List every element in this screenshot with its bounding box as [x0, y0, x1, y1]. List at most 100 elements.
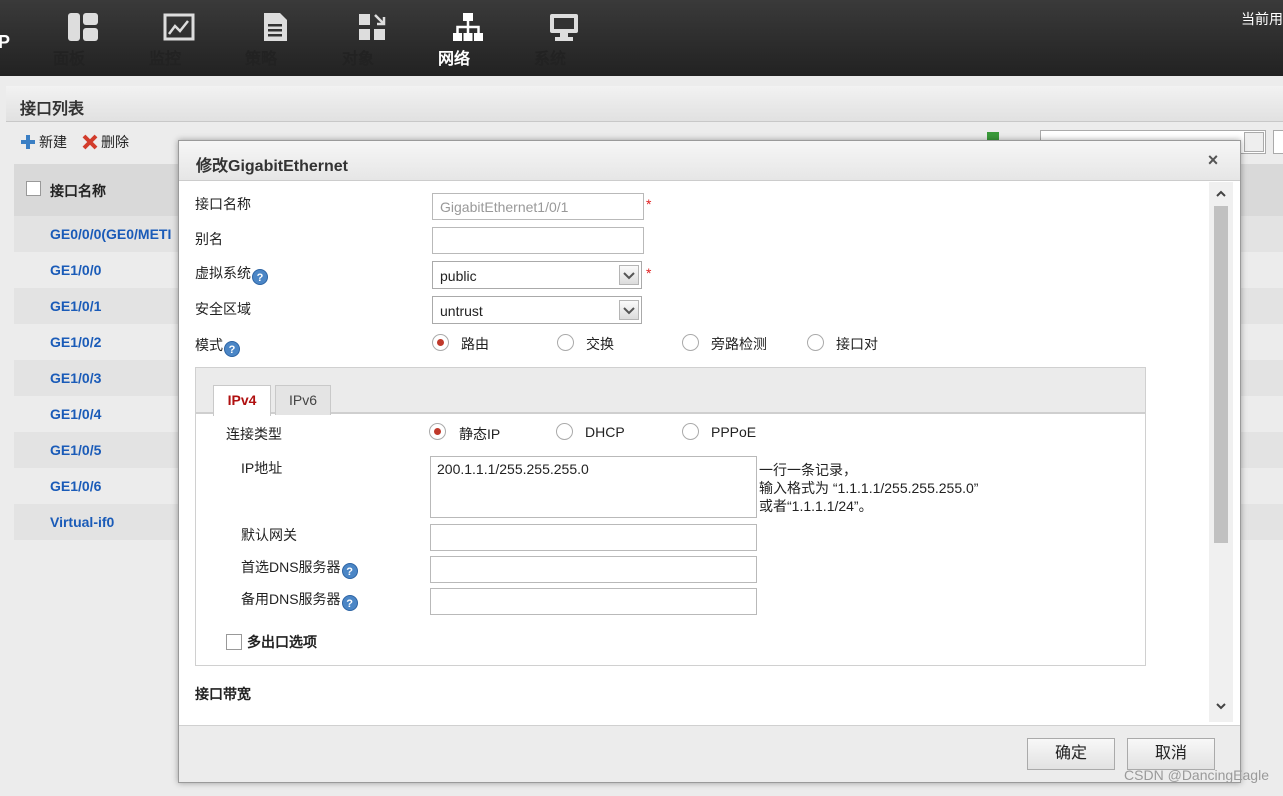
ip-hint-line-1: 一行一条记录， — [759, 462, 857, 478]
dialog-title: 修改GigabitEthernet — [196, 158, 349, 175]
mode-switch-label: 交换 — [586, 336, 614, 352]
conn-pppoe-label: PPPoE — [711, 424, 757, 440]
interface-link[interactable]: GE1/0/3 — [50, 370, 101, 386]
vsys-label: 虚拟系统? — [195, 263, 268, 285]
dialog-header: 修改GigabitEthernet × — [179, 141, 1240, 181]
new-button[interactable]: 新建 — [20, 132, 67, 152]
ip-address-textarea[interactable]: 200.1.1.1/255.255.255.0 — [430, 456, 757, 518]
monitor-chart-icon — [163, 13, 195, 41]
multi-exit-label: 多出口选项 — [247, 634, 317, 650]
system-computer-icon — [550, 14, 578, 41]
help-icon[interactable]: ? — [252, 269, 268, 285]
interface-link[interactable]: GE1/0/5 — [50, 442, 101, 458]
mode-pair-label: 接口对 — [836, 336, 878, 352]
column-interface-name[interactable]: 接口名称 — [50, 181, 106, 201]
mode-radio-bypass[interactable] — [682, 334, 699, 351]
tab-ipv6[interactable]: IPv6 — [275, 385, 331, 415]
scroll-down-icon[interactable] — [1213, 700, 1229, 716]
top-navigation-bar: P 面板 监控 策略 对象 网络 系统 当前用 — [0, 0, 1283, 76]
dns2-label: 备用DNS服务器? — [241, 589, 358, 611]
conn-radio-static[interactable] — [429, 423, 446, 440]
dialog-footer: 确定 取消 — [179, 725, 1240, 782]
alias-label: 别名 — [195, 231, 223, 247]
zone-select[interactable]: untrust — [432, 296, 642, 324]
help-icon[interactable]: ? — [341, 595, 358, 611]
dns2-label-text: 备用DNS服务器 — [241, 591, 341, 607]
nav-policy-label: 策略 — [245, 51, 278, 68]
dns1-label-text: 首选DNS服务器 — [241, 559, 341, 575]
mode-radio-route[interactable] — [432, 334, 449, 351]
scroll-up-icon[interactable] — [1213, 188, 1229, 204]
mode-bypass-label: 旁路检测 — [711, 336, 767, 352]
nav-system[interactable]: 系统 — [534, 12, 594, 68]
conn-radio-pppoe[interactable] — [682, 423, 699, 440]
conn-dhcp-label: DHCP — [585, 424, 625, 440]
chevron-down-icon — [619, 265, 639, 285]
help-icon[interactable]: ? — [224, 341, 240, 357]
interface-link[interactable]: GE1/0/0 — [50, 262, 101, 278]
edit-interface-dialog: 修改GigabitEthernet × 接口名称 * 别名 虚拟系统? publ… — [178, 140, 1241, 783]
ip-hint-line-3: 或者“1.1.1.1/24”。 — [759, 498, 873, 514]
vsys-select[interactable]: public — [432, 261, 642, 289]
nav-network[interactable]: 网络 — [438, 12, 498, 68]
gateway-field[interactable] — [430, 524, 757, 551]
interface-link[interactable]: Virtual-if0 — [50, 514, 114, 530]
nav-network-label: 网络 — [438, 51, 471, 68]
dialog-body: 接口名称 * 别名 虚拟系统? public * 安全区域 untrust 模式… — [183, 182, 1221, 722]
help-icon[interactable]: ? — [341, 563, 358, 579]
select-all-checkbox[interactable] — [26, 181, 41, 196]
mode-label: 模式? — [195, 335, 240, 357]
ip-address-label: IP地址 — [241, 460, 283, 476]
object-icon — [359, 14, 386, 40]
logo-fragment: P — [0, 32, 11, 52]
policy-document-icon — [264, 13, 287, 41]
interface-link[interactable]: GE1/0/6 — [50, 478, 101, 494]
ip-tab-panel: IPv4 IPv6 连接类型 静态IP DHCP PPPoE IP地址 200.… — [195, 367, 1146, 666]
alias-field[interactable] — [432, 227, 644, 254]
tab-ipv4[interactable]: IPv4 — [213, 385, 271, 416]
interface-link[interactable]: GE1/0/4 — [50, 406, 101, 422]
gateway-label: 默认网关 — [241, 527, 297, 543]
nav-dashboard[interactable]: 面板 — [53, 12, 113, 68]
nav-object-label: 对象 — [342, 51, 375, 68]
dns1-label: 首选DNS服务器? — [241, 557, 358, 579]
vsys-selected-value: public — [440, 268, 477, 284]
conn-radio-dhcp[interactable] — [556, 423, 573, 440]
dns1-field[interactable] — [430, 556, 757, 583]
conn-static-label: 静态IP — [459, 426, 501, 442]
mode-route-label: 路由 — [461, 336, 489, 352]
nav-policy[interactable]: 策略 — [245, 12, 305, 68]
delete-button[interactable]: 删除 — [82, 132, 129, 152]
page-header: 接口列表 — [6, 86, 1283, 122]
nav-monitor[interactable]: 监控 — [149, 12, 209, 68]
multi-exit-checkbox[interactable] — [226, 634, 242, 650]
plus-icon — [21, 135, 35, 149]
zone-selected-value: untrust — [440, 303, 483, 319]
required-mark: * — [646, 265, 652, 281]
interface-link[interactable]: GE1/0/2 — [50, 334, 101, 350]
mode-radio-pair[interactable] — [807, 334, 824, 351]
chevron-down-icon — [1244, 132, 1264, 152]
dashboard-icon — [68, 13, 98, 41]
mode-label-text: 模式 — [195, 337, 223, 353]
dns2-field[interactable] — [430, 588, 757, 615]
search-secondary-select[interactable] — [1273, 130, 1283, 154]
nav-object[interactable]: 对象 — [342, 12, 402, 68]
interface-name-field — [432, 193, 644, 220]
interface-link[interactable]: GE1/0/1 — [50, 298, 101, 314]
chevron-down-icon — [619, 300, 639, 320]
delete-x-icon — [82, 134, 98, 150]
tab-strip: IPv4 IPv6 — [196, 368, 1145, 416]
interface-link[interactable]: GE0/0/0(GE0/METI — [50, 226, 171, 242]
conn-type-label: 连接类型 — [226, 426, 282, 442]
mode-radio-switch[interactable] — [557, 334, 574, 351]
vsys-label-text: 虚拟系统 — [195, 265, 251, 281]
scroll-thumb[interactable] — [1214, 206, 1228, 543]
cancel-button[interactable]: 取消 — [1127, 738, 1215, 770]
dialog-scrollbar[interactable] — [1209, 182, 1233, 722]
delete-button-label: 删除 — [101, 134, 129, 150]
ok-button[interactable]: 确定 — [1027, 738, 1115, 770]
interface-name-label: 接口名称 — [195, 196, 251, 212]
close-icon[interactable]: × — [1205, 151, 1221, 169]
ip-hint-line-2: 输入格式为 “1.1.1.1/255.255.255.0” — [759, 480, 979, 496]
